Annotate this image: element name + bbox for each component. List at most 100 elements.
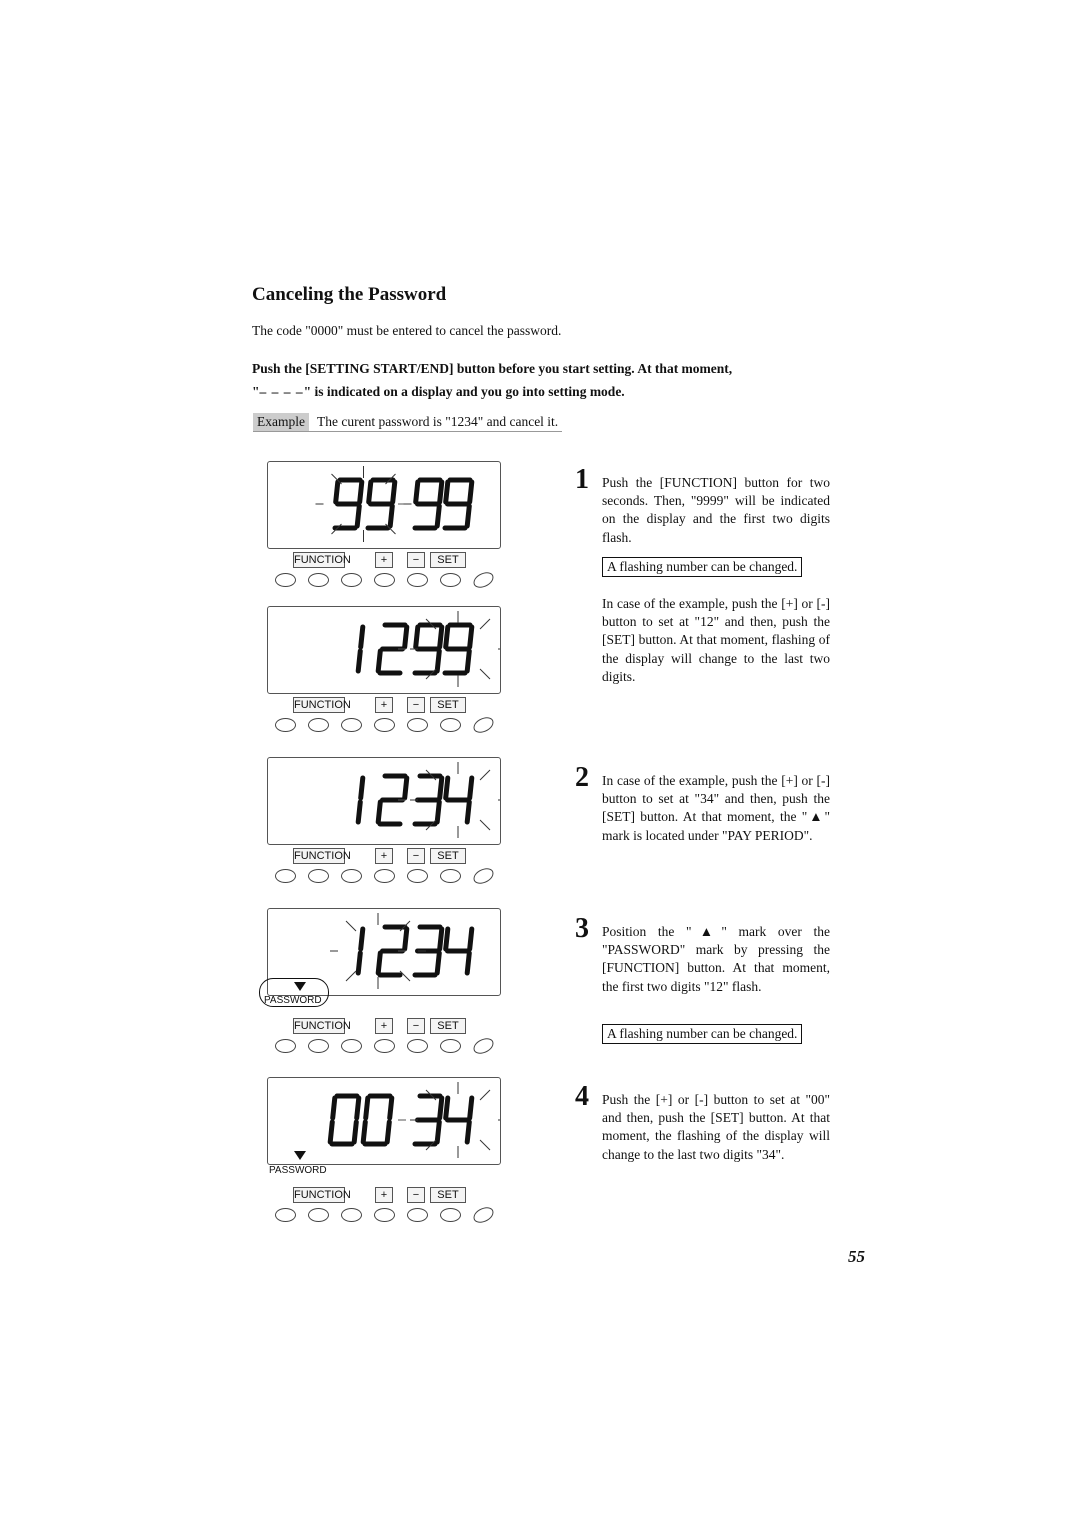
digit-segment: [390, 479, 398, 505]
digit-segment: [360, 1119, 368, 1145]
digit-segment: [437, 1095, 445, 1121]
physical-key[interactable]: [440, 869, 461, 883]
step-number: 3: [575, 913, 589, 944]
flash-rays-icon: [330, 913, 426, 989]
function-button[interactable]: FUNCTION: [293, 697, 351, 713]
physical-key[interactable]: [275, 1208, 296, 1222]
plus-button[interactable]: +: [375, 697, 393, 713]
physical-key[interactable]: [407, 718, 428, 732]
digit-segment: [375, 648, 383, 674]
physical-key[interactable]: [440, 573, 461, 587]
physical-key[interactable]: [407, 1039, 428, 1053]
physical-key[interactable]: [407, 869, 428, 883]
minus-button[interactable]: −: [407, 1018, 425, 1034]
physical-key[interactable]: [374, 1208, 395, 1222]
function-button[interactable]: FUNCTION: [293, 848, 351, 864]
lcd-display: [267, 461, 501, 549]
digit-segment: [464, 799, 472, 825]
digit-segment: [366, 479, 374, 505]
step-1: 1 Push the [FUNCTION] button for two sec…: [575, 465, 830, 547]
digit-segment: [387, 503, 395, 529]
physical-key[interactable]: [374, 869, 395, 883]
example-tag: Example: [253, 413, 309, 431]
physical-key[interactable]: [275, 573, 296, 587]
function-button[interactable]: FUNCTION: [293, 1018, 351, 1034]
digit-segment: [355, 950, 363, 976]
function-button[interactable]: FUNCTION: [293, 552, 351, 568]
physical-key[interactable]: [471, 1205, 496, 1225]
physical-key[interactable]: [374, 573, 395, 587]
minus-button[interactable]: −: [407, 1187, 425, 1203]
minus-button[interactable]: −: [407, 697, 425, 713]
physical-key[interactable]: [374, 718, 395, 732]
setting-instruction: Push the [SETTING START/END] button befo…: [252, 357, 830, 403]
physical-key[interactable]: [308, 1039, 329, 1053]
step-text: In case of the example, push the [+] or …: [602, 773, 830, 843]
physical-key[interactable]: [341, 1039, 362, 1053]
digit-segment: [434, 950, 442, 976]
physical-key[interactable]: [407, 1208, 428, 1222]
digit-segment: [357, 479, 365, 505]
function-button[interactable]: FUNCTION: [293, 1187, 351, 1203]
step-text: Position the "▲" mark over the "PASSWORD…: [602, 924, 830, 994]
display-digits: [355, 611, 500, 687]
flash-note: A flashing number can be changed.: [602, 557, 803, 577]
physical-key[interactable]: [341, 718, 362, 732]
flash-note: A flashing number can be changed.: [602, 1024, 803, 1044]
physical-key[interactable]: [341, 573, 362, 587]
digit-segment: [437, 926, 445, 952]
digit-segment: [443, 1095, 451, 1121]
physical-key[interactable]: [374, 1039, 395, 1053]
lcd-display: [267, 606, 501, 694]
page-number: 55: [848, 1247, 865, 1266]
physical-key[interactable]: [308, 869, 329, 883]
instruction-part1: Push the [SETTING START/END] button befo…: [252, 361, 733, 376]
physical-key[interactable]: [471, 866, 496, 886]
plus-button[interactable]: +: [375, 552, 393, 568]
physical-key[interactable]: [440, 718, 461, 732]
digit-segment: [467, 926, 475, 952]
set-button[interactable]: SET: [430, 552, 466, 568]
set-button[interactable]: SET: [430, 848, 466, 864]
physical-key[interactable]: [471, 570, 496, 590]
physical-key[interactable]: [275, 1039, 296, 1053]
display-digits: [355, 762, 500, 838]
physical-key[interactable]: [440, 1039, 461, 1053]
physical-key[interactable]: [275, 718, 296, 732]
minus-button[interactable]: −: [407, 552, 425, 568]
physical-key[interactable]: [308, 718, 329, 732]
flash-rays-icon: [315, 466, 412, 542]
physical-key[interactable]: [341, 1208, 362, 1222]
physical-key[interactable]: [440, 1208, 461, 1222]
instruction-part2: is indicated on a display and you go int…: [311, 384, 625, 399]
physical-key[interactable]: [341, 869, 362, 883]
digit-segment: [351, 1119, 359, 1145]
digit-segment: [354, 1095, 362, 1121]
plus-button[interactable]: +: [375, 1187, 393, 1203]
digit-segment: [375, 799, 383, 825]
set-button[interactable]: SET: [430, 1018, 466, 1034]
set-button[interactable]: SET: [430, 1187, 466, 1203]
example-line: Example The curent password is "1234" an…: [253, 413, 563, 432]
physical-key[interactable]: [407, 573, 428, 587]
digit-segment: [358, 775, 366, 801]
digit-segment: [363, 1095, 371, 1121]
digit-segment: [437, 624, 445, 650]
set-button[interactable]: SET: [430, 697, 466, 713]
physical-key[interactable]: [275, 869, 296, 883]
physical-key[interactable]: [308, 1208, 329, 1222]
lcd-display: [267, 757, 501, 845]
minus-button[interactable]: −: [407, 848, 425, 864]
physical-key[interactable]: [471, 715, 496, 735]
physical-key[interactable]: [471, 1036, 496, 1056]
page-title: Canceling the Password: [252, 284, 447, 305]
plus-button[interactable]: +: [375, 848, 393, 864]
digit-segment: [443, 775, 451, 801]
digit-segment: [467, 1095, 475, 1121]
digit-segment: [384, 1119, 392, 1145]
dash-indicator: – – – –: [259, 384, 304, 399]
digit-segment: [434, 1119, 442, 1145]
digit-segment: [464, 1119, 472, 1145]
plus-button[interactable]: +: [375, 1018, 393, 1034]
physical-key[interactable]: [308, 573, 329, 587]
